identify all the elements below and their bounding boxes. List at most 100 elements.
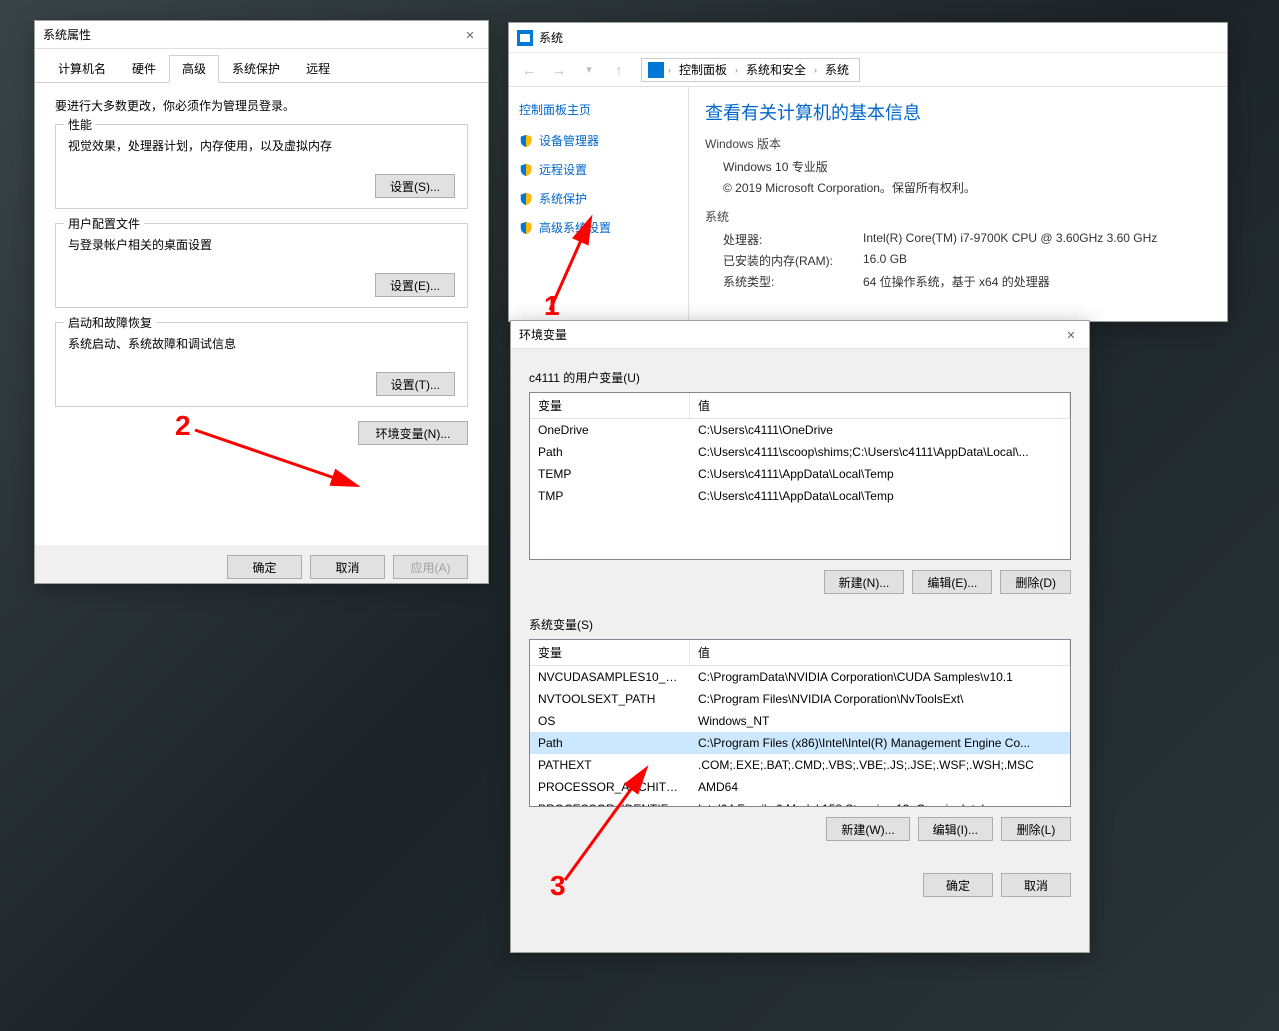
user-table-header-name[interactable]: 变量	[530, 393, 690, 418]
performance-title: 性能	[64, 116, 96, 133]
sidebar-item-label: 系统保护	[539, 190, 587, 207]
sys-table-header-value[interactable]: 值	[690, 640, 1070, 665]
system-properties-dialog: 系统属性 计算机名 硬件 高级 系统保护 远程 要进行大多数更改，你必须作为管理…	[34, 20, 489, 584]
table-row[interactable]: PathC:\Program Files (x86)\Intel\Intel(R…	[530, 732, 1070, 754]
user-delete-button[interactable]: 删除(D)	[1000, 570, 1071, 594]
admin-notice: 要进行大多数更改，你必须作为管理员登录。	[55, 97, 468, 114]
var-value: Windows_NT	[690, 712, 1070, 730]
sidebar-item-label: 设备管理器	[539, 132, 599, 149]
breadcrumb[interactable]: › 控制面板 › 系统和安全 › 系统	[641, 58, 860, 82]
forward-icon[interactable]: →	[547, 58, 571, 82]
startup-settings-button[interactable]: 设置(T)...	[376, 372, 455, 396]
var-value: AMD64	[690, 778, 1070, 796]
table-row[interactable]: PROCESSOR_IDENTIFIERIntel64 Family 6 Mod…	[530, 798, 1070, 807]
sys-props-content: 要进行大多数更改，你必须作为管理员登录。 性能 视觉效果，处理器计划，内存使用，…	[35, 83, 488, 545]
user-vars-label: c4111 的用户变量(U)	[529, 369, 1071, 386]
user-profile-title: 用户配置文件	[64, 215, 144, 232]
close-icon[interactable]	[460, 25, 480, 45]
tab-computer-name[interactable]: 计算机名	[45, 55, 119, 82]
ok-button[interactable]: 确定	[227, 555, 302, 579]
startup-title: 启动和故障恢复	[64, 314, 156, 331]
performance-settings-button[interactable]: 设置(S)...	[375, 174, 455, 198]
var-value: C:\Users\c4111\OneDrive	[690, 421, 1070, 439]
sidebar-heading[interactable]: 控制面板主页	[519, 101, 678, 118]
table-row[interactable]: TEMPC:\Users\c4111\AppData\Local\Temp	[530, 463, 1070, 485]
user-table-header-value[interactable]: 值	[690, 393, 1070, 418]
table-row[interactable]: PROCESSOR_ARCHITECT...AMD64	[530, 776, 1070, 798]
system-type-value: 64 位操作系统，基于 x64 的处理器	[863, 273, 1050, 290]
system-vars-table[interactable]: 变量 值 NVCUDASAMPLES10_1_R...C:\ProgramDat…	[529, 639, 1071, 807]
table-row[interactable]: OSWindows_NT	[530, 710, 1070, 732]
breadcrumb-system[interactable]: 系统	[821, 61, 853, 78]
breadcrumb-control-panel[interactable]: 控制面板	[675, 61, 731, 78]
env-title: 环境变量	[519, 326, 567, 343]
var-name: NVTOOLSEXT_PATH	[530, 690, 690, 708]
sys-edit-button[interactable]: 编辑(I)...	[918, 817, 993, 841]
user-edit-button[interactable]: 编辑(E)...	[912, 570, 992, 594]
var-name: NVCUDASAMPLES10_1_R...	[530, 668, 690, 686]
sys-delete-button[interactable]: 删除(L)	[1001, 817, 1071, 841]
system-label: 系统	[705, 208, 1211, 225]
shield-icon	[519, 163, 533, 177]
user-profile-settings-button[interactable]: 设置(E)...	[375, 273, 455, 297]
sidebar-system-protection[interactable]: 系统保护	[519, 188, 678, 209]
back-icon[interactable]: ←	[517, 58, 541, 82]
apply-button[interactable]: 应用(A)	[393, 555, 468, 579]
var-name: OneDrive	[530, 421, 690, 439]
env-ok-button[interactable]: 确定	[923, 873, 993, 897]
breadcrumb-system-security[interactable]: 系统和安全	[742, 61, 810, 78]
table-row[interactable]: TMPC:\Users\c4111\AppData\Local\Temp	[530, 485, 1070, 507]
table-row[interactable]: OneDriveC:\Users\c4111\OneDrive	[530, 419, 1070, 441]
user-vars-table[interactable]: 变量 值 OneDriveC:\Users\c4111\OneDrivePath…	[529, 392, 1071, 560]
ram-value: 16.0 GB	[863, 252, 907, 269]
sidebar-item-label: 高级系统设置	[539, 219, 611, 236]
var-value: C:\Users\c4111\scoop\shims;C:\Users\c411…	[690, 443, 1070, 461]
table-row[interactable]: PATHEXT.COM;.EXE;.BAT;.CMD;.VBS;.VBE;.JS…	[530, 754, 1070, 776]
var-value: Intel64 Family 6 Model 158 Stepping 13, …	[690, 800, 1070, 807]
env-titlebar: 环境变量	[511, 321, 1089, 349]
sys-info-nav: ← → ▾ ↑ › 控制面板 › 系统和安全 › 系统	[509, 53, 1227, 87]
environment-variables-button[interactable]: 环境变量(N)...	[358, 421, 468, 445]
table-row[interactable]: NVTOOLSEXT_PATHC:\Program Files\NVIDIA C…	[530, 688, 1070, 710]
env-cancel-button[interactable]: 取消	[1001, 873, 1071, 897]
tab-remote[interactable]: 远程	[293, 55, 343, 82]
sidebar-remote-settings[interactable]: 远程设置	[519, 159, 678, 180]
shield-icon	[519, 221, 533, 235]
close-icon[interactable]	[1061, 325, 1081, 345]
sidebar-device-manager[interactable]: 设备管理器	[519, 130, 678, 151]
up-icon[interactable]: ↑	[607, 58, 631, 82]
startup-group: 启动和故障恢复 系统启动、系统故障和调试信息 设置(T)...	[55, 322, 468, 407]
var-value: C:\Program Files (x86)\Intel\Intel(R) Ma…	[690, 734, 1070, 752]
copyright: © 2019 Microsoft Corporation。保留所有权利。	[723, 179, 976, 196]
var-value: .COM;.EXE;.BAT;.CMD;.VBS;.VBE;.JS;.JSE;.…	[690, 756, 1070, 774]
tab-advanced[interactable]: 高级	[169, 55, 219, 83]
dropdown-icon[interactable]: ▾	[577, 58, 601, 82]
windows-edition: Windows 10 专业版	[723, 158, 828, 175]
var-name: TEMP	[530, 465, 690, 483]
sys-table-header-name[interactable]: 变量	[530, 640, 690, 665]
ram-label: 已安装的内存(RAM):	[723, 252, 863, 269]
sys-new-button[interactable]: 新建(W)...	[826, 817, 909, 841]
sys-info-titlebar: 系统	[509, 23, 1227, 53]
processor-value: Intel(R) Core(TM) i7-9700K CPU @ 3.60GHz…	[863, 231, 1157, 248]
var-value: C:\Users\c4111\AppData\Local\Temp	[690, 487, 1070, 505]
system-path-icon	[648, 62, 664, 78]
cancel-button[interactable]: 取消	[310, 555, 385, 579]
tab-system-protection[interactable]: 系统保护	[219, 55, 293, 82]
var-value: C:\Program Files\NVIDIA Corporation\NvTo…	[690, 690, 1070, 708]
table-row[interactable]: NVCUDASAMPLES10_1_R...C:\ProgramData\NVI…	[530, 666, 1070, 688]
sys-props-titlebar: 系统属性	[35, 21, 488, 49]
user-new-button[interactable]: 新建(N)...	[824, 570, 905, 594]
var-name: Path	[530, 734, 690, 752]
processor-label: 处理器:	[723, 231, 863, 248]
sidebar-advanced-system-settings[interactable]: 高级系统设置	[519, 217, 678, 238]
startup-desc: 系统启动、系统故障和调试信息	[68, 335, 455, 352]
var-value: C:\ProgramData\NVIDIA Corporation\CUDA S…	[690, 668, 1070, 686]
tab-hardware[interactable]: 硬件	[119, 55, 169, 82]
sys-info-main: 查看有关计算机的基本信息 Windows 版本 Windows 10 专业版 ©…	[689, 87, 1227, 321]
sys-info-title: 系统	[539, 29, 563, 46]
user-profile-group: 用户配置文件 与登录帐户相关的桌面设置 设置(E)...	[55, 223, 468, 308]
var-name: TMP	[530, 487, 690, 505]
windows-version-label: Windows 版本	[705, 135, 1211, 152]
table-row[interactable]: PathC:\Users\c4111\scoop\shims;C:\Users\…	[530, 441, 1070, 463]
